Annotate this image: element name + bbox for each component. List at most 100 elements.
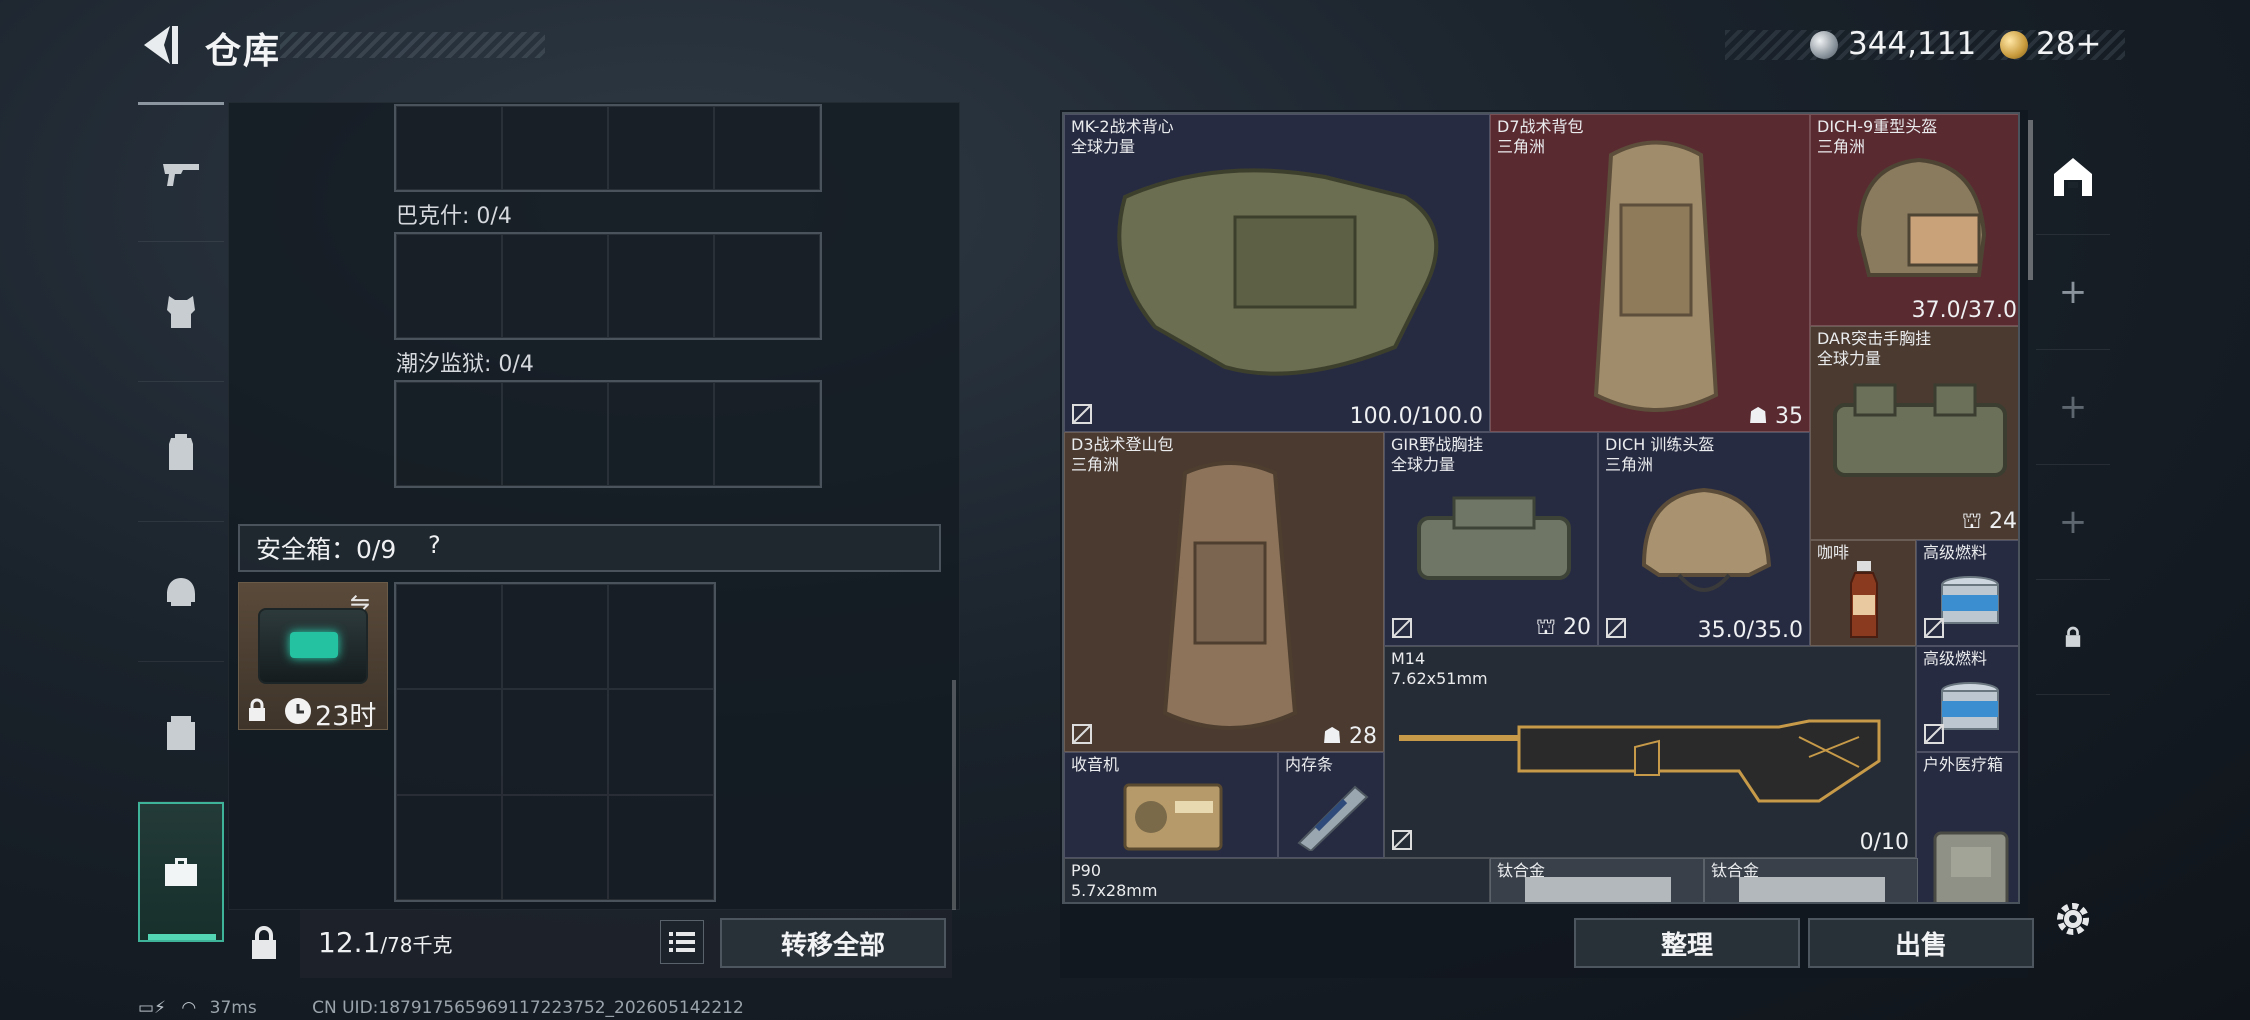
stash-tab-add-2[interactable]: + bbox=[2036, 350, 2110, 465]
stash-grid[interactable]: MK-2战术背心 全球力量 100.0/100.0 D7战术背包 三角洲 ☗ 35 … bbox=[1062, 112, 2020, 904]
safe-box-title: 安全箱：0/9 bbox=[256, 535, 397, 564]
status-line: ▭⚡ ◠ 37ms CN UID:18791756596911722375​2_… bbox=[138, 998, 744, 1018]
item-premium-fuel-2[interactable]: 高级燃料 bbox=[1916, 646, 2018, 752]
stash-scrollbar[interactable] bbox=[2028, 120, 2033, 280]
sort-button[interactable]: 整理 bbox=[1574, 918, 1800, 968]
item-dich9-helmet[interactable]: DICH-9重型头盔 三角洲 37.0/37.0 bbox=[1810, 114, 2018, 326]
item-p90[interactable]: P90 5.7x28mm bbox=[1064, 858, 1490, 902]
no-insure-icon bbox=[1924, 618, 1944, 638]
no-insure-icon bbox=[1392, 830, 1412, 850]
list-view-button[interactable] bbox=[660, 920, 704, 964]
item-titanium-2[interactable]: 钛合金 bbox=[1704, 858, 1918, 902]
helmet-icon bbox=[167, 577, 195, 606]
item-ammo-count: 0/10 bbox=[1859, 830, 1909, 855]
rail-item-weapon[interactable] bbox=[138, 102, 224, 242]
backpack-icon bbox=[169, 433, 193, 470]
titanium-image bbox=[1525, 877, 1671, 902]
item-gir-chest-rig[interactable]: GIR野战胸挂 全球力量 ⛫ 20 bbox=[1384, 432, 1598, 646]
grid-slot-tidal-prison[interactable] bbox=[394, 380, 822, 488]
grid-slot-top[interactable] bbox=[394, 104, 822, 192]
no-insure-icon bbox=[1924, 724, 1944, 744]
coffee-image bbox=[1850, 561, 1878, 638]
item-name: DAR突击手胸挂 全球力量 bbox=[1817, 329, 1932, 368]
item-durability: 100.0/100.0 bbox=[1349, 404, 1483, 429]
item-titanium[interactable]: 钛合金 bbox=[1490, 858, 1704, 902]
vest-image bbox=[1117, 168, 1439, 376]
grid-slot-bakhsh[interactable] bbox=[394, 232, 822, 340]
help-icon[interactable]: ? bbox=[428, 531, 441, 559]
weight-current: 12.1 bbox=[318, 926, 381, 959]
plus-icon: + bbox=[2058, 272, 2088, 312]
item-radio[interactable]: 收音机 bbox=[1064, 752, 1278, 858]
helmet-image bbox=[1641, 487, 1772, 592]
item-premium-fuel[interactable]: 高级燃料 bbox=[1916, 540, 2018, 646]
stash-tab-add-3[interactable]: + bbox=[2036, 465, 2110, 580]
container-icon bbox=[167, 715, 195, 750]
rail-item-backpack[interactable] bbox=[138, 382, 224, 522]
stash-tab-main[interactable] bbox=[2036, 120, 2110, 235]
lock-icon bbox=[249, 698, 265, 721]
home-vault-icon bbox=[2054, 158, 2092, 196]
ticket-amount[interactable]: 28+ bbox=[2036, 26, 2101, 62]
sell-button[interactable]: 出售 bbox=[1808, 918, 2034, 968]
radio-image bbox=[1123, 783, 1223, 851]
item-d3-backpack[interactable]: D3战术登山包 三角洲 ☗ 28 bbox=[1064, 432, 1384, 752]
stash-tab-locked[interactable] bbox=[2036, 580, 2110, 695]
section-label-tidal-prison: 潮汐监狱: 0/4 bbox=[396, 352, 534, 377]
gun-icon bbox=[163, 163, 199, 186]
chest-rig-image bbox=[1417, 496, 1571, 580]
item-durability: 37.0/37.0 bbox=[1911, 298, 2017, 323]
rail-active-indicator bbox=[148, 934, 216, 940]
item-dich-training-helmet[interactable]: DICH 训练头盔 三角洲 35.0/35.0 bbox=[1598, 432, 1810, 646]
rifle-image bbox=[1399, 719, 1881, 803]
left-scrollbar[interactable] bbox=[952, 680, 956, 910]
lock-icon bbox=[2065, 626, 2081, 647]
rail-item-case[interactable] bbox=[138, 802, 224, 942]
rail-item-armor[interactable] bbox=[138, 242, 224, 382]
titanium-image bbox=[1739, 877, 1885, 902]
battery-icon: ▭⚡ bbox=[138, 998, 166, 1018]
item-outdoor-medkit[interactable]: 户外医疗箱 bbox=[1916, 752, 2018, 902]
settings-gear-icon[interactable] bbox=[2052, 898, 2094, 940]
item-dar-chest-rig[interactable]: DAR突击手胸挂 全球力量 ⛫ 24 bbox=[1810, 326, 2018, 540]
money-amount: 344,111 bbox=[1848, 26, 1977, 62]
item-name: M14 7.62x51mm bbox=[1391, 649, 1488, 688]
item-name: 咖啡 bbox=[1817, 543, 1850, 562]
memory-stick-image bbox=[1297, 785, 1369, 851]
stash-tab-add-1[interactable]: + bbox=[2036, 235, 2110, 350]
plus-icon: + bbox=[2058, 502, 2088, 542]
rail-item-container[interactable] bbox=[138, 662, 224, 802]
title-decoration bbox=[280, 32, 545, 58]
fuel-can-image bbox=[1941, 682, 1999, 730]
briefcase-icon bbox=[165, 858, 197, 886]
item-capacity: ☗ 35 bbox=[1748, 404, 1803, 429]
item-coffee[interactable]: 咖啡 bbox=[1810, 540, 1916, 646]
safe-box-image bbox=[258, 608, 368, 684]
ping-value: 37ms bbox=[209, 998, 257, 1018]
item-mk2-vest[interactable]: MK-2战术背心 全球力量 100.0/100.0 bbox=[1064, 114, 1490, 432]
item-name: 高级燃料 bbox=[1923, 649, 1988, 668]
item-m14-rifle[interactable]: M14 7.62x51mm 0/10 bbox=[1384, 646, 1916, 858]
back-arrow-icon[interactable] bbox=[138, 22, 180, 68]
item-name: GIR野战胸挂 全球力量 bbox=[1391, 435, 1484, 474]
coin-icon bbox=[1810, 31, 1838, 59]
safe-box-grid[interactable] bbox=[394, 582, 716, 902]
item-name: 户外医疗箱 bbox=[1923, 755, 2004, 774]
item-name: P90 5.7x28mm bbox=[1071, 861, 1158, 900]
transfer-all-button[interactable]: 转移全部 bbox=[720, 918, 946, 968]
helmet-image bbox=[1856, 157, 1987, 277]
stash-page-tabs: + + + bbox=[2036, 120, 2110, 695]
item-d7-backpack[interactable]: D7战术背包 三角洲 ☗ 35 bbox=[1490, 114, 1810, 432]
category-rail bbox=[138, 102, 226, 952]
ticket-icon bbox=[2000, 31, 2028, 59]
swap-icon[interactable]: ⇋ bbox=[350, 588, 370, 616]
lock-button[interactable] bbox=[238, 912, 290, 974]
item-name: MK-2战术背心 全球力量 bbox=[1071, 117, 1174, 156]
list-icon bbox=[669, 932, 695, 952]
item-memory-stick[interactable]: 内存条 bbox=[1278, 752, 1384, 858]
no-insure-icon bbox=[1392, 618, 1412, 638]
lock-icon bbox=[252, 926, 276, 959]
no-insure-icon bbox=[1072, 724, 1092, 744]
rail-item-helmet[interactable] bbox=[138, 522, 224, 662]
item-name: 内存条 bbox=[1285, 755, 1334, 774]
